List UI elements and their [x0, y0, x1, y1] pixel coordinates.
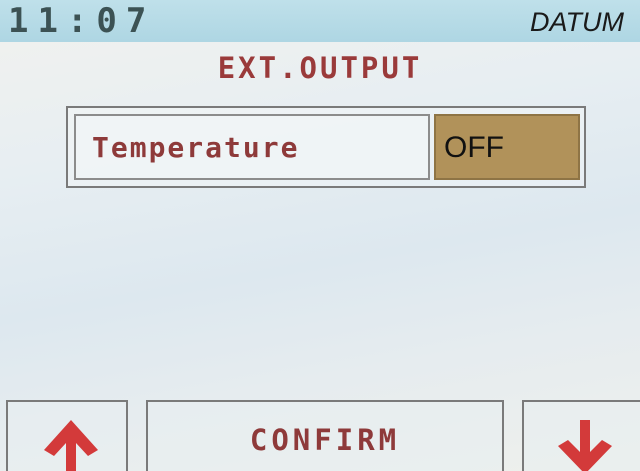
setting-label-cell: Temperature [74, 114, 430, 180]
confirm-label: CONFIRM [249, 423, 401, 457]
status-bar: 11:07 DATUM [0, 0, 640, 42]
arrow-up-icon [44, 420, 98, 471]
arrow-down-icon [558, 420, 612, 471]
setting-value: OFF [444, 131, 504, 164]
setting-row-temperature[interactable]: Temperature OFF [66, 106, 586, 188]
setting-value-toggle[interactable]: OFF [434, 114, 580, 180]
page-title: EXT.OUTPUT [217, 51, 423, 85]
brand-logo: DATUM [530, 7, 624, 37]
down-button[interactable] [522, 400, 640, 471]
up-button[interactable] [6, 400, 128, 471]
clock: 11:07 [8, 1, 156, 41]
setting-label: Temperature [92, 131, 300, 164]
confirm-button[interactable]: CONFIRM [146, 400, 504, 471]
